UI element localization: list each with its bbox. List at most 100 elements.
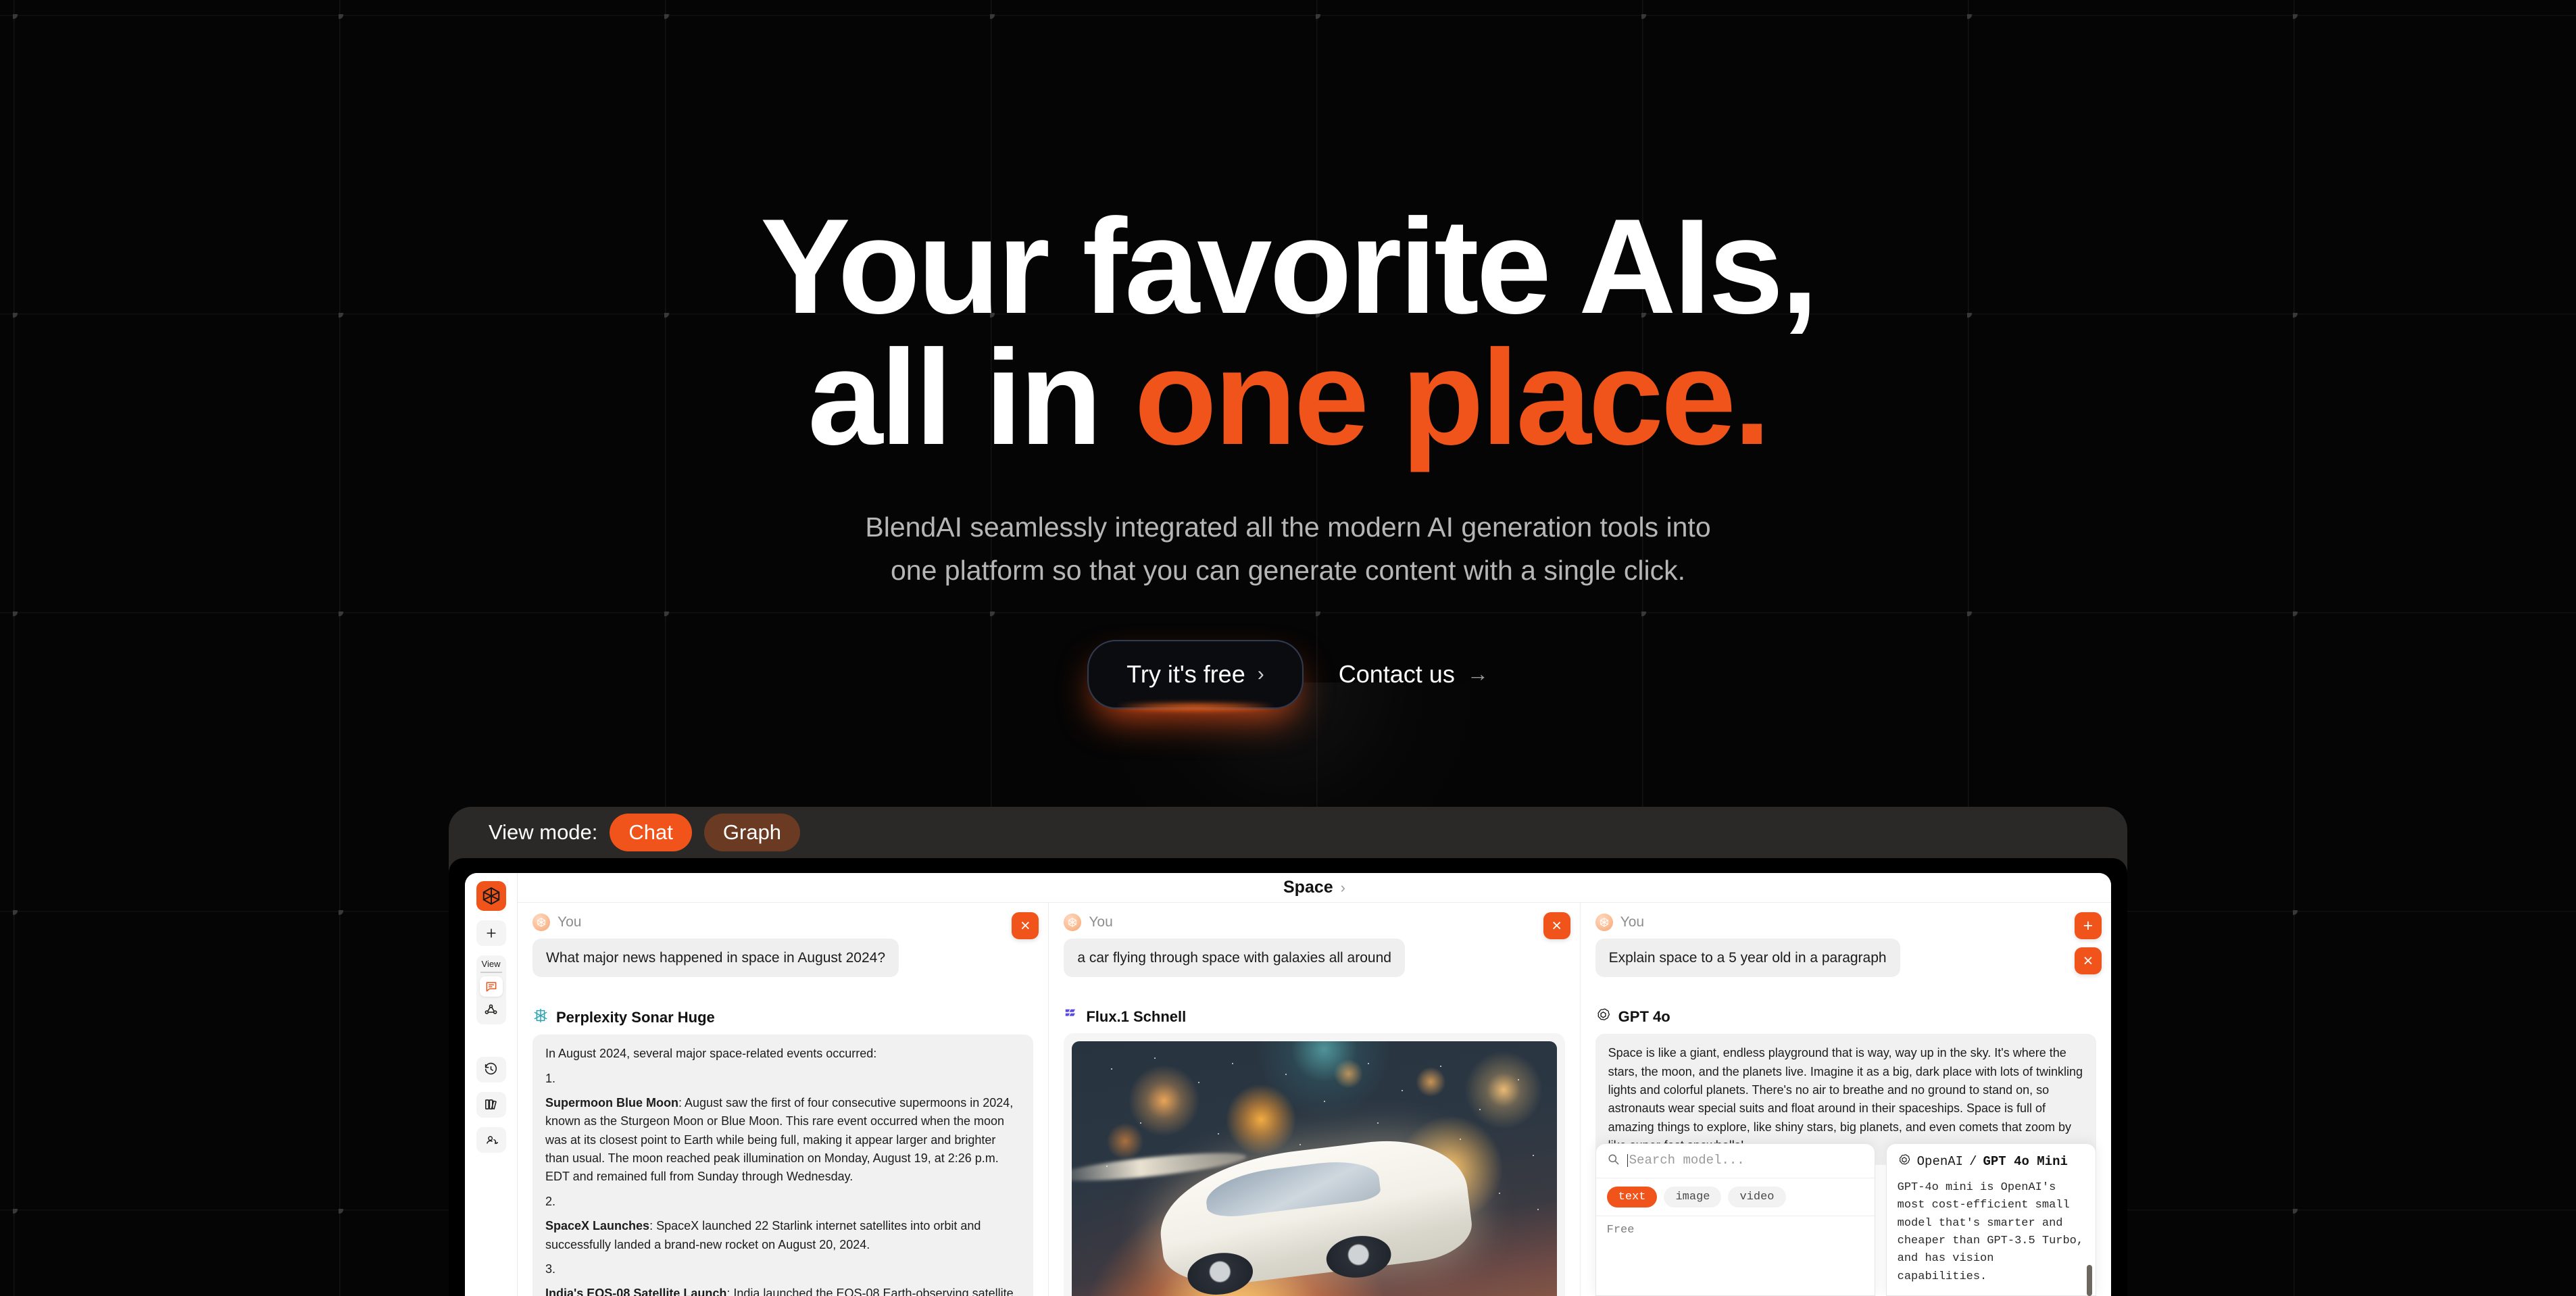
model-row: GPT 4o	[1595, 1007, 2096, 1026]
try-it-free-label: Try it's free	[1126, 659, 1245, 688]
search-input[interactable]: Search model...	[1627, 1154, 1745, 1168]
separator: /	[1969, 1154, 1977, 1170]
chevron-right-icon: ›	[1257, 662, 1264, 685]
sidebar: View	[465, 873, 518, 1296]
chat-column-gpt4o: + × You Explain space to a 5 year old in…	[1581, 903, 2111, 1296]
openai-icon	[1898, 1153, 1911, 1170]
user-row: You	[1595, 914, 2096, 931]
close-column-button[interactable]: ×	[2074, 947, 2102, 974]
sidebar-item-history[interactable]	[476, 1056, 506, 1082]
model-name: Flux.1 Schnell	[1086, 1007, 1187, 1025]
arrow-right-icon: →	[1466, 662, 1489, 687]
app-window: View Space › × You What major news happe…	[465, 873, 2111, 1296]
assistant-message: In August 2024, several major space-rela…	[532, 1035, 1034, 1296]
sidebar-item-user-sync[interactable]	[476, 1126, 506, 1153]
model-picker-wrap: Search model... text image video Free Op…	[1595, 1143, 2096, 1296]
model-picker: Search model... text image video Free	[1595, 1143, 2092, 1296]
sidebar-view-chat-icon[interactable]	[479, 976, 503, 997]
sidebar-item-library[interactable]	[476, 1091, 506, 1118]
view-mode-chat-button[interactable]: Chat	[610, 814, 692, 851]
user-row: You	[532, 914, 1033, 931]
hero-title-line1: Your favorite AIs,	[760, 191, 1818, 342]
try-it-free-button[interactable]: Try it's free ›	[1087, 639, 1304, 709]
user-message: a car flying through space with galaxies…	[1064, 939, 1405, 978]
column-actions: + ×	[2074, 912, 2102, 974]
contact-us-link[interactable]: Contact us →	[1339, 660, 1489, 689]
app-bezel: View Space › × You What major news happe…	[449, 858, 2127, 1296]
perplexity-icon	[532, 1007, 549, 1027]
chevron-right-icon[interactable]: ›	[1341, 879, 1345, 897]
avatar	[1064, 914, 1082, 931]
user-message: What major news happened in space in Aug…	[532, 939, 899, 978]
list-item-number: 2.	[545, 1194, 556, 1208]
list-item-heading: India's EOS-08 Satellite Launch	[545, 1287, 727, 1296]
model-type-tabs: text image video	[1595, 1178, 1875, 1216]
hero-subtitle-line2: one platform so that you can generate co…	[890, 555, 1685, 587]
list-item-heading: Supermoon Blue Moon	[545, 1096, 678, 1110]
space-title: Space	[1283, 878, 1333, 897]
blendai-cube-icon[interactable]	[476, 881, 506, 911]
list-item-number: 3.	[545, 1262, 556, 1276]
search-icon	[1607, 1153, 1620, 1169]
hero-title-line2-white: all in	[808, 322, 1135, 473]
list-item-heading: SpaceX Launches	[545, 1219, 650, 1233]
chat-columns: × You What major news happened in space …	[518, 903, 2111, 1296]
close-column-button[interactable]: ×	[1012, 912, 1039, 939]
tab-video[interactable]: video	[1728, 1186, 1786, 1207]
tab-image[interactable]: image	[1664, 1186, 1722, 1207]
column-actions: ×	[1543, 912, 1570, 939]
hero-subtitle-line1: BlendAI seamlessly integrated all the mo…	[865, 512, 1711, 543]
hero-section: Your favorite AIs, all in one place. Ble…	[0, 0, 2576, 709]
page-root: Your favorite AIs, all in one place. Ble…	[0, 0, 2576, 1296]
model-name: GPT 4o	[1618, 1008, 1670, 1026]
main-area: Space › × You What major news happened i…	[518, 873, 2111, 1296]
chat-column-flux: × You a car flying through space with ga…	[1049, 903, 1581, 1296]
search-row[interactable]: Search model...	[1595, 1144, 1875, 1178]
user-label: You	[1089, 914, 1113, 930]
column-actions: ×	[1012, 912, 1039, 939]
user-label: You	[1620, 914, 1645, 930]
hero-title-line2-accent: one place.	[1134, 322, 1771, 473]
list-item-number: 1.	[545, 1071, 556, 1085]
car-wheel	[1324, 1232, 1394, 1282]
response-intro: In August 2024, several major space-rela…	[545, 1047, 877, 1061]
close-column-button[interactable]: ×	[1543, 912, 1570, 939]
avatar	[532, 914, 550, 931]
list-item: India's EOS-08 Satellite Launch: India l…	[545, 1285, 1020, 1296]
model-info-card: OpenAI / GPT 4o Mini GPT-4o mini is Open…	[1885, 1143, 2096, 1296]
page-title: Your favorite AIs, all in one place.	[0, 0, 2576, 466]
model-section-label: Free	[1606, 1223, 1635, 1237]
view-mode-label: View mode:	[489, 820, 598, 844]
tab-text[interactable]: text	[1606, 1186, 1658, 1207]
generated-image-card	[1064, 1033, 1565, 1296]
flux-icon	[1064, 1007, 1079, 1026]
hero-subtitle: BlendAI seamlessly integrated all the mo…	[0, 505, 2576, 593]
user-row: You	[1064, 914, 1564, 931]
car-wheel	[1185, 1249, 1256, 1296]
model-title: GPT 4o Mini	[1983, 1154, 2068, 1170]
model-vendor: OpenAI	[1916, 1154, 1964, 1170]
new-chat-button[interactable]	[476, 920, 506, 946]
add-column-button[interactable]: +	[2074, 912, 2102, 939]
list-item: SpaceX Launches: SpaceX launched 22 Star…	[545, 1217, 1020, 1254]
model-row: Flux.1 Schnell	[1064, 1007, 1564, 1026]
model-row: Perplexity Sonar Huge	[532, 1007, 1033, 1027]
user-label: You	[558, 914, 582, 930]
generated-image[interactable]	[1072, 1041, 1557, 1296]
avatar	[1595, 914, 1613, 931]
sidebar-view-label: View	[481, 959, 501, 969]
sidebar-view-group: View	[476, 955, 506, 1024]
model-description: GPT-4o mini is OpenAI's most cost-effici…	[1897, 1180, 2084, 1283]
car-window	[1204, 1156, 1382, 1220]
sidebar-view-graph-icon[interactable]	[480, 1000, 503, 1020]
model-name: Perplexity Sonar Huge	[556, 1008, 715, 1026]
view-mode-graph-button[interactable]: Graph	[703, 814, 801, 851]
hero-cta-row: Try it's free › Contact us →	[0, 639, 2576, 709]
openai-icon	[1595, 1007, 1611, 1026]
user-message: Explain space to a 5 year old in a parag…	[1595, 939, 1900, 978]
view-mode-bar: View mode: Chat Graph	[466, 807, 2110, 858]
divider	[480, 972, 502, 973]
space-header: Space ›	[518, 873, 2111, 903]
list-item: Supermoon Blue Moon: August saw the firs…	[545, 1094, 1020, 1187]
model-info-header: OpenAI / GPT 4o Mini	[1898, 1153, 2085, 1170]
